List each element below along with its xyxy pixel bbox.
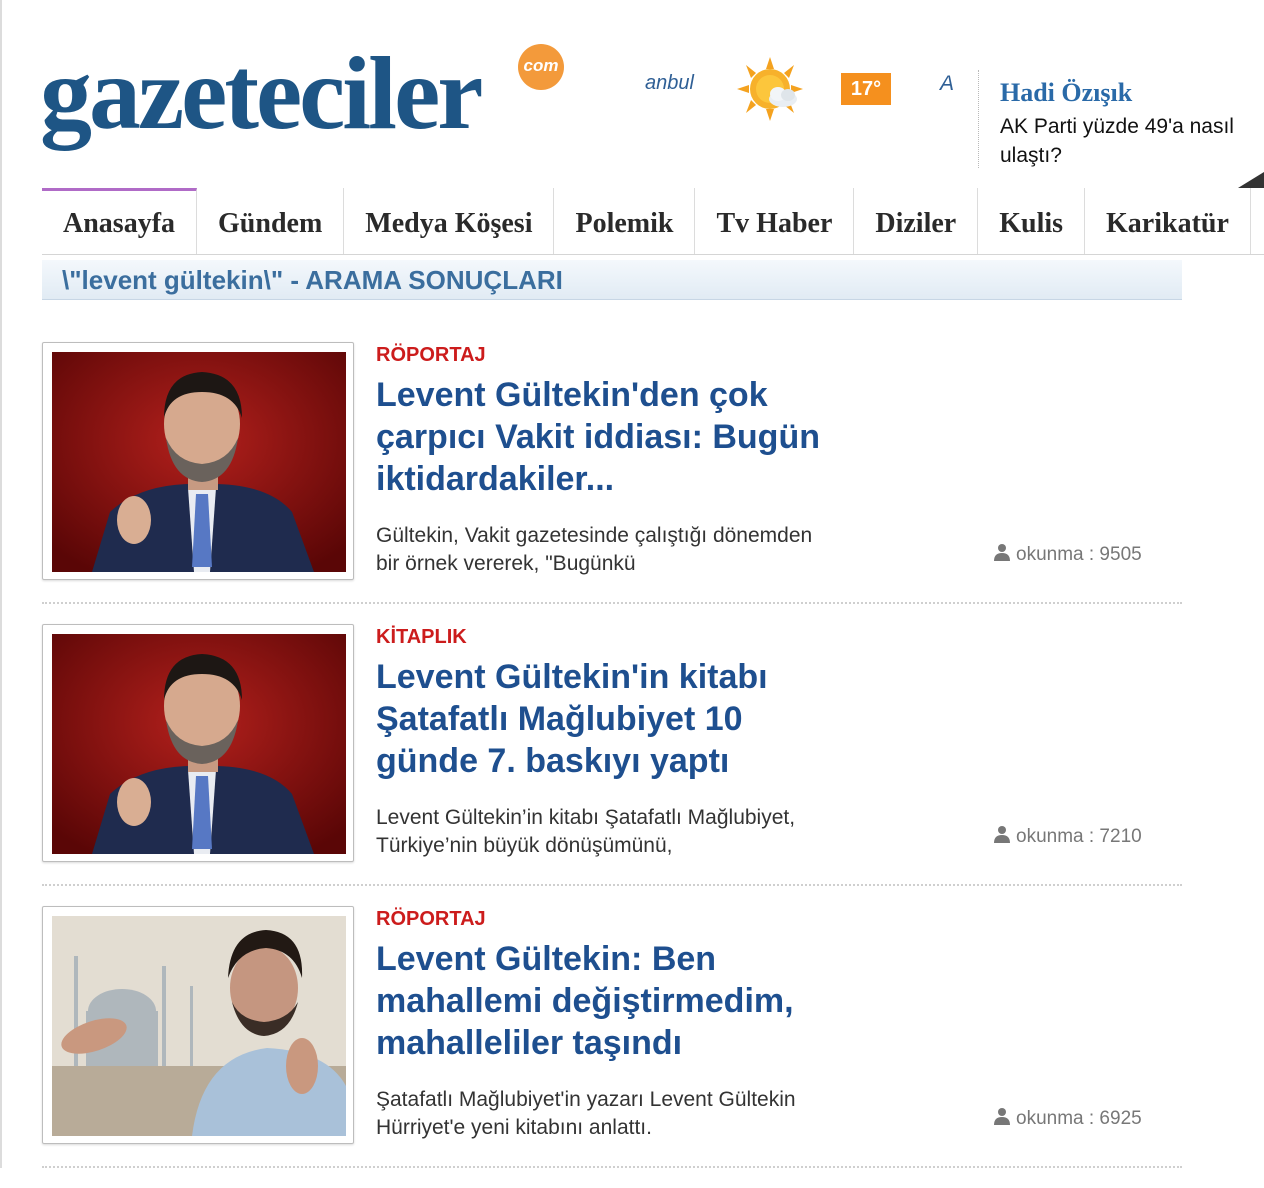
main-nav: Anasayfa Gündem Medya Köşesi Polemik Tv … bbox=[42, 188, 1264, 255]
search-results-bar: \"levent gültekin\" - ARAMA SONUÇLARI bbox=[42, 260, 1182, 300]
article-title[interactable]: Levent Gültekin: Ben mahallemi değiştirm… bbox=[376, 938, 826, 1064]
weather-city: anbul bbox=[645, 72, 694, 94]
nav-item-karikatur[interactable]: Karikatür bbox=[1085, 188, 1251, 254]
nav-item-kulis[interactable]: Kulis bbox=[978, 188, 1086, 254]
article-item: RÖPORTAJ Levent Gültekin: Ben mahallemi … bbox=[42, 906, 1182, 1188]
page-left-border bbox=[0, 0, 2, 1168]
article-photo bbox=[52, 916, 346, 1136]
nav-item-tv-haber[interactable]: Tv Haber bbox=[695, 188, 855, 254]
article-thumbnail[interactable] bbox=[42, 342, 354, 580]
article-photo bbox=[52, 634, 346, 854]
user-icon bbox=[994, 543, 1010, 567]
article-category[interactable]: RÖPORTAJ bbox=[376, 908, 486, 931]
temperature-badge: 17° bbox=[841, 73, 891, 105]
article-title[interactable]: Levent Gültekin'in kitabı Şatafatlı Mağl… bbox=[376, 656, 826, 782]
article-divider bbox=[42, 884, 1182, 886]
article-item: KİTAPLIK Levent Gültekin'in kitabı Şataf… bbox=[42, 624, 1182, 906]
nav-item-medya-kosesi[interactable]: Medya Köşesi bbox=[344, 188, 555, 254]
nav-item-anasayfa[interactable]: Anasayfa bbox=[42, 188, 198, 254]
read-count: okunma : 7210 bbox=[994, 825, 1142, 849]
article-thumbnail[interactable] bbox=[42, 906, 354, 1144]
article-summary: Levent Gültekin’in kitabı Şatafatlı Mağl… bbox=[376, 806, 796, 857]
sun-cloud-icon bbox=[735, 55, 805, 123]
nav-item-diziler[interactable]: Diziler bbox=[854, 188, 979, 254]
user-icon bbox=[994, 1107, 1010, 1131]
article-category[interactable]: RÖPORTAJ bbox=[376, 344, 486, 367]
read-count-label: okunma : 7210 bbox=[1016, 826, 1142, 848]
search-results-title: \"levent gültekin\" - ARAMA SONUÇLARI bbox=[62, 265, 563, 295]
article-photo bbox=[52, 352, 346, 572]
article-category[interactable]: KİTAPLIK bbox=[376, 626, 467, 649]
columnist-headline[interactable]: AK Parti yüzde 49'a nasıl ulaştı? bbox=[1000, 112, 1240, 170]
header-divider bbox=[978, 70, 979, 168]
columnist-name[interactable]: Hadi Özışık bbox=[1000, 78, 1132, 108]
read-count: okunma : 9505 bbox=[994, 543, 1142, 567]
article-summary: Gültekin, Vakit gazetesinde çalıştığı dö… bbox=[376, 524, 813, 575]
article-thumbnail[interactable] bbox=[42, 624, 354, 862]
article-item: RÖPORTAJ Levent Gültekin'den çok çarpıcı… bbox=[42, 342, 1182, 624]
nav-list: Anasayfa Gündem Medya Köşesi Polemik Tv … bbox=[42, 188, 1264, 254]
read-count-label: okunma : 9505 bbox=[1016, 544, 1142, 566]
logo-wordmark: gazeteciler bbox=[40, 36, 483, 151]
user-icon bbox=[994, 825, 1010, 849]
article-summary: Şatafatlı Mağlubiyet'in yazarı Levent Gü… bbox=[376, 1088, 796, 1139]
read-count: okunma : 6925 bbox=[994, 1107, 1142, 1131]
ticker-letter: A bbox=[940, 72, 955, 95]
article-divider bbox=[42, 602, 1182, 604]
nav-item-polemik[interactable]: Polemik bbox=[554, 188, 696, 254]
corner-fold-icon bbox=[1238, 172, 1264, 188]
logo-com-badge: com bbox=[518, 44, 564, 90]
nav-item-gundem[interactable]: Gündem bbox=[197, 188, 345, 254]
article-title[interactable]: Levent Gültekin'den çok çarpıcı Vakit id… bbox=[376, 374, 826, 500]
read-count-label: okunma : 6925 bbox=[1016, 1108, 1142, 1130]
